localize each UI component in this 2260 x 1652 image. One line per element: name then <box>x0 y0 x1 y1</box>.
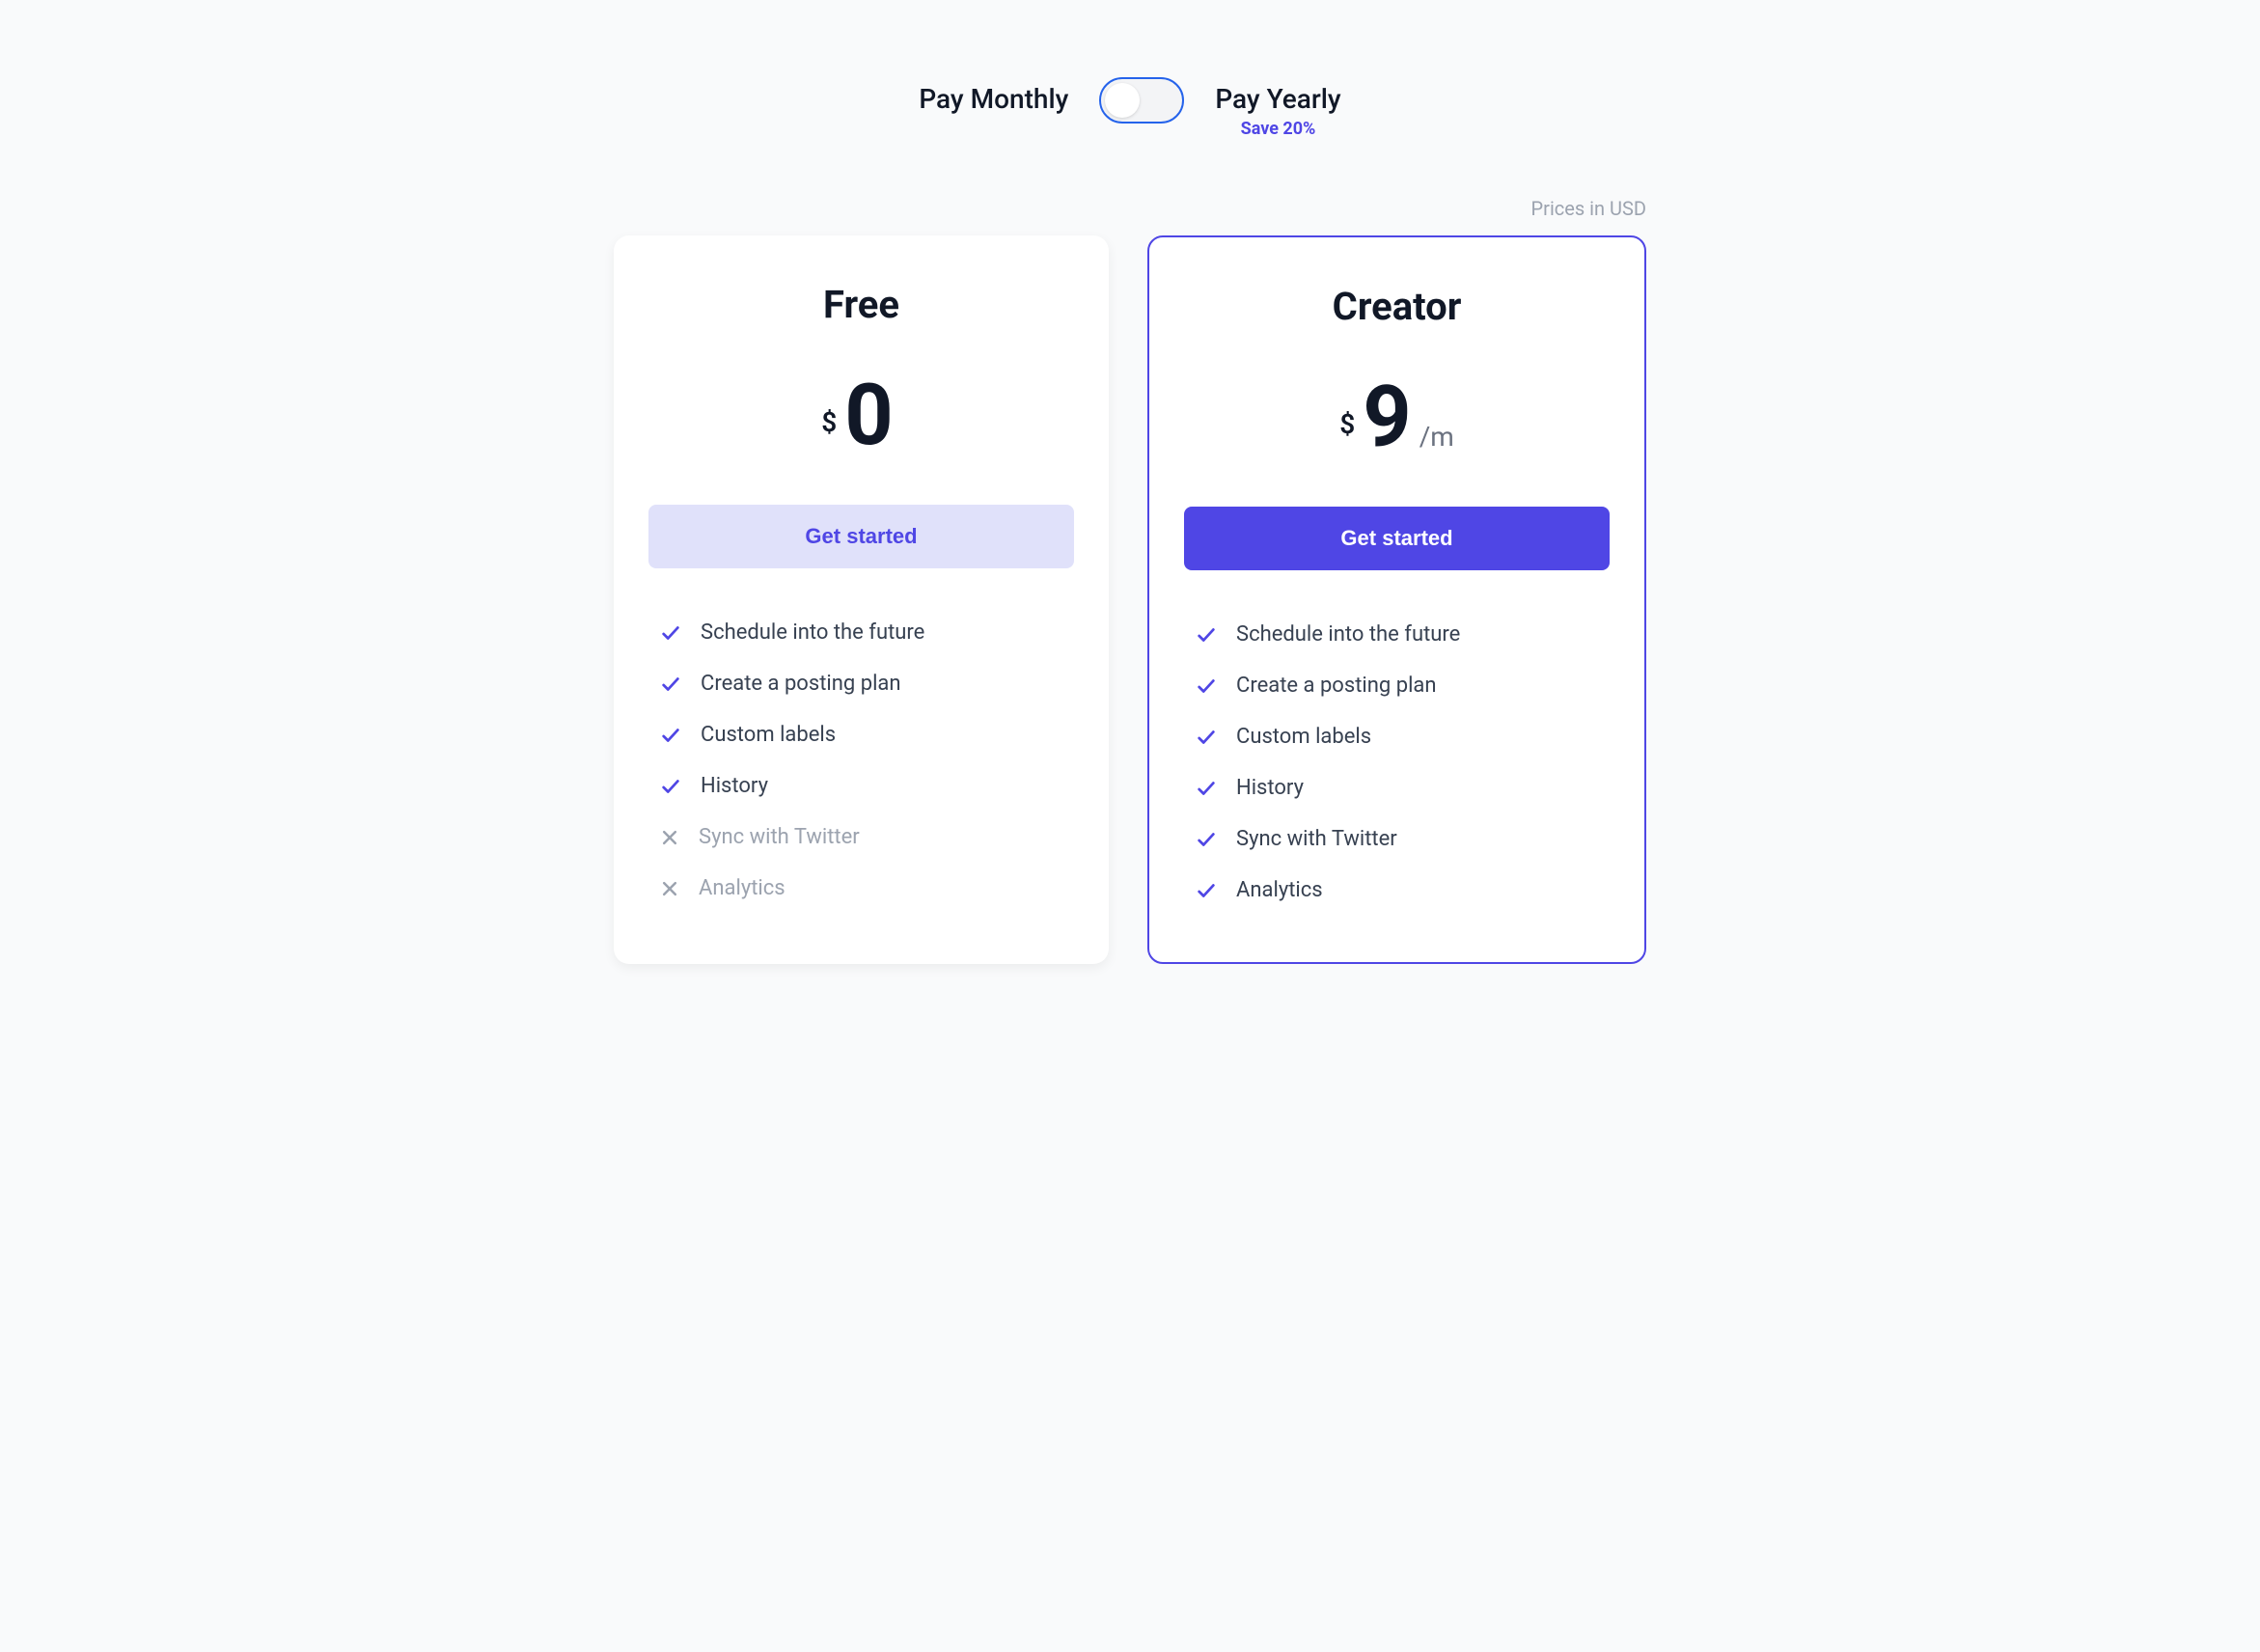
price-row: $ 0 <box>648 373 1074 458</box>
get-started-button-free[interactable]: Get started <box>648 505 1074 568</box>
currency-symbol: $ <box>1339 408 1355 440</box>
feature-text: History <box>701 774 768 798</box>
pay-yearly-label[interactable]: Pay Yearly <box>1215 77 1340 115</box>
feature-item: Schedule into the future <box>660 607 1062 658</box>
plan-name: Creator <box>1184 284 1610 329</box>
feature-item: Custom labels <box>660 709 1062 760</box>
feature-text: Sync with Twitter <box>1236 827 1397 851</box>
feature-item: Sync with Twitter <box>1196 813 1598 865</box>
feature-text: Create a posting plan <box>701 672 901 696</box>
feature-item: Create a posting plan <box>660 658 1062 709</box>
feature-item: Custom labels <box>1196 711 1598 762</box>
check-icon <box>1196 727 1217 748</box>
billing-toggle[interactable] <box>1099 77 1184 124</box>
currency-symbol: $ <box>821 406 837 438</box>
feature-text: Schedule into the future <box>701 620 924 645</box>
check-icon <box>1196 829 1217 850</box>
plans-grid: Free $ 0 Get started Schedule into the f… <box>614 235 1646 964</box>
plan-name: Free <box>648 282 1074 327</box>
feature-text: Schedule into the future <box>1236 622 1460 647</box>
billing-toggle-row: Pay Monthly Pay Yearly Save 20% <box>455 77 1805 139</box>
check-icon <box>1196 675 1217 697</box>
feature-item: Sync with Twitter <box>660 812 1062 863</box>
feature-item: Create a posting plan <box>1196 660 1598 711</box>
feature-text: Sync with Twitter <box>699 825 860 849</box>
x-icon <box>660 828 679 847</box>
price-row: $ 9 /m <box>1184 375 1610 460</box>
feature-item: Analytics <box>1196 865 1598 916</box>
check-icon <box>1196 778 1217 799</box>
get-started-button-creator[interactable]: Get started <box>1184 507 1610 570</box>
price-period: /m <box>1419 421 1454 453</box>
feature-text: Custom labels <box>701 723 836 747</box>
pricing-section: Pay Monthly Pay Yearly Save 20% Prices i… <box>455 77 1805 964</box>
pay-yearly-group: Pay Yearly Save 20% <box>1215 77 1340 139</box>
feature-item: History <box>1196 762 1598 813</box>
feature-item: History <box>660 760 1062 812</box>
toggle-knob <box>1105 83 1140 118</box>
feature-text: Analytics <box>1236 878 1323 902</box>
check-icon <box>660 674 681 695</box>
feature-text: Analytics <box>699 876 785 900</box>
price-amount: 9 <box>1363 375 1412 460</box>
price-amount: 0 <box>844 373 894 458</box>
feature-list: Schedule into the future Create a postin… <box>648 607 1074 914</box>
check-icon <box>660 725 681 746</box>
check-icon <box>1196 624 1217 646</box>
check-icon <box>660 776 681 797</box>
feature-item: Analytics <box>660 863 1062 914</box>
save-badge: Save 20% <box>1241 119 1316 139</box>
check-icon <box>1196 880 1217 901</box>
feature-text: History <box>1236 776 1304 800</box>
feature-list: Schedule into the future Create a postin… <box>1184 609 1610 916</box>
currency-note: Prices in USD <box>614 197 1646 220</box>
feature-text: Create a posting plan <box>1236 674 1437 698</box>
plan-card-free: Free $ 0 Get started Schedule into the f… <box>614 235 1109 964</box>
feature-text: Custom labels <box>1236 725 1371 749</box>
check-icon <box>660 622 681 644</box>
feature-item: Schedule into the future <box>1196 609 1598 660</box>
plan-card-creator: Creator $ 9 /m Get started Schedule into… <box>1147 235 1646 964</box>
x-icon <box>660 879 679 898</box>
pay-monthly-label[interactable]: Pay Monthly <box>919 77 1068 115</box>
